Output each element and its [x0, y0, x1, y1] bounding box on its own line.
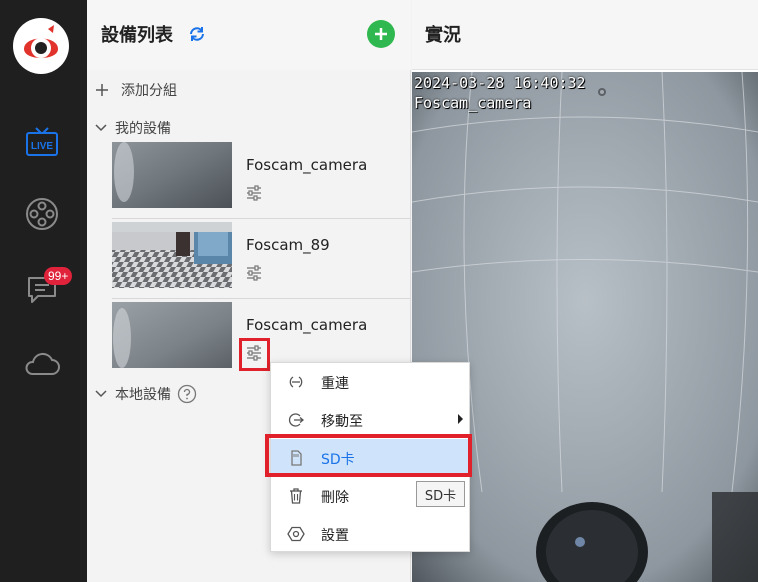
tooltip: SD卡	[416, 481, 465, 507]
my-devices-group[interactable]: 我的設備	[95, 118, 171, 138]
chevron-down-icon	[95, 124, 107, 132]
device-list-header: 設備列表	[87, 0, 411, 70]
device-thumbnail	[112, 142, 232, 208]
add-group-label: 添加分組	[121, 83, 177, 99]
nav-live[interactable]: LIVE	[18, 118, 66, 166]
submenu-arrow-icon	[458, 414, 463, 424]
live-header: 實況	[412, 0, 758, 70]
device-thumbnail	[112, 222, 232, 288]
local-devices-label: 本地設備	[115, 387, 171, 403]
local-devices-group[interactable]: 本地設備	[95, 384, 197, 404]
menu-item-settings[interactable]: 設置	[271, 515, 469, 553]
chevron-down-icon	[95, 390, 107, 398]
sd-card-highlight-box	[265, 434, 472, 477]
device-name: Foscam_camera	[246, 316, 368, 334]
device-name: Foscam_89	[246, 236, 330, 254]
plus-icon	[96, 84, 108, 96]
trash-icon	[287, 487, 305, 505]
menu-item-label: 重連	[321, 376, 349, 392]
osd-timestamp: 2024-03-28 16:40:32	[414, 74, 586, 92]
device-item[interactable]: Foscam_89	[112, 220, 410, 299]
device-name: Foscam_camera	[246, 156, 368, 174]
refresh-icon[interactable]	[187, 24, 207, 48]
menu-item-label: 移動至	[321, 414, 363, 430]
message-badge: 99+	[44, 267, 73, 285]
nav-playback[interactable]	[18, 190, 66, 238]
reconnect-icon	[287, 373, 305, 391]
device-item[interactable]: Foscam_camera	[112, 140, 410, 219]
settings-highlight-box	[239, 338, 270, 371]
plus-icon	[375, 28, 387, 40]
move-icon	[287, 411, 305, 429]
nav-cloud[interactable]	[18, 340, 66, 388]
device-settings-icon[interactable]	[245, 264, 263, 282]
app-logo	[13, 18, 69, 74]
add-device-button[interactable]	[367, 20, 395, 48]
device-settings-icon[interactable]	[245, 184, 263, 202]
settings-icon	[287, 525, 305, 543]
osd-camera-name: Foscam_camera	[414, 94, 532, 112]
nav-rail: LIVE 99+	[0, 0, 87, 582]
film-reel-icon	[26, 198, 58, 230]
menu-item-label: 設置	[321, 528, 349, 544]
cloud-icon	[25, 352, 60, 375]
live-tv-icon: LIVE	[26, 127, 58, 156]
device-list-title: 設備列表	[101, 25, 173, 46]
device-thumbnail	[112, 302, 232, 368]
menu-item-reconnect[interactable]: 重連	[271, 363, 469, 401]
live-title: 實況	[425, 25, 461, 46]
help-icon[interactable]	[177, 384, 197, 404]
my-devices-label: 我的設備	[115, 121, 171, 137]
add-group-button[interactable]: 添加分組	[95, 80, 177, 100]
live-label: LIVE	[31, 141, 54, 152]
menu-item-label: 刪除	[321, 490, 349, 506]
